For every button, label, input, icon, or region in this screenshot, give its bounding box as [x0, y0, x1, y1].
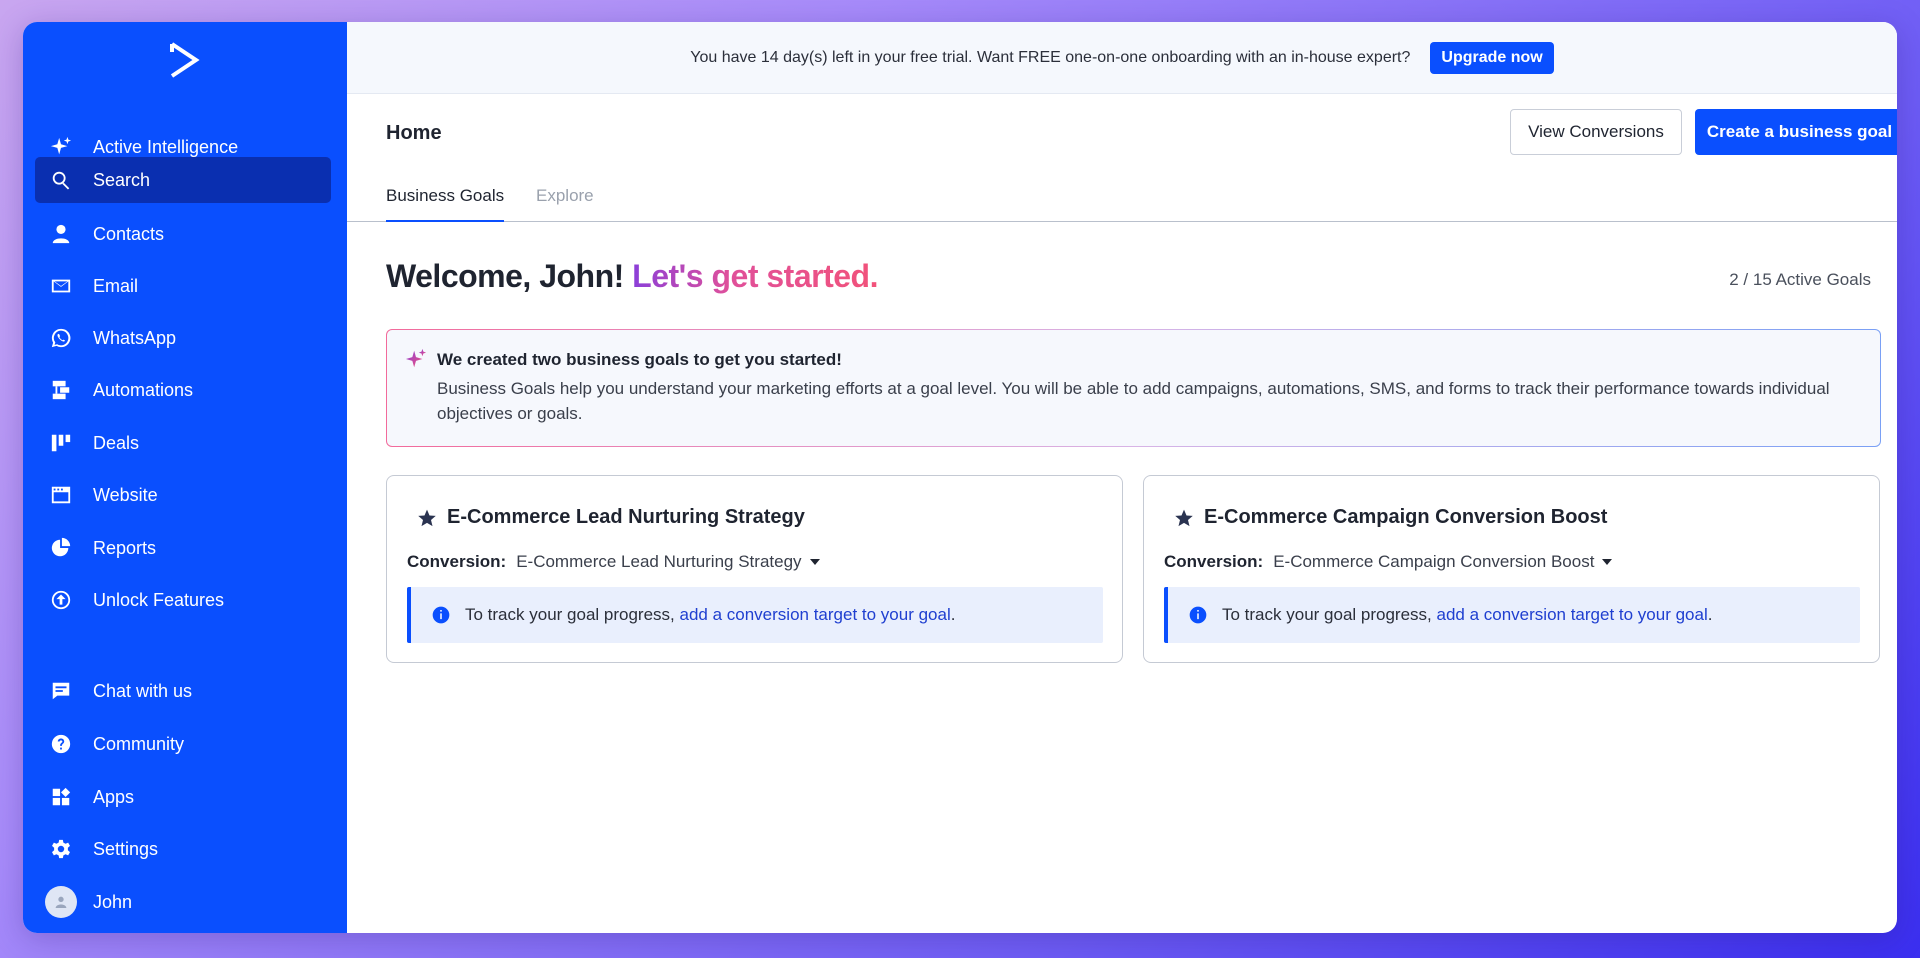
notice-end: .	[1707, 605, 1713, 624]
info-banner-title: We created two business goals to get you…	[437, 350, 842, 369]
trial-message: You have 14 day(s) left in your free tri…	[690, 48, 1411, 66]
logo-icon[interactable]	[168, 38, 202, 82]
avatar	[45, 886, 77, 918]
conversion-row: Conversion: E-Commerce Lead Nurturing St…	[407, 552, 820, 572]
apps-icon	[49, 785, 73, 809]
welcome-heading: Welcome, John! Let's get started.	[386, 258, 878, 295]
welcome-greeting: Welcome, John!	[386, 258, 624, 294]
goal-title[interactable]: E-Commerce Lead Nurturing Strategy	[417, 506, 805, 529]
goal-progress-notice: To track your goal progress, add a conve…	[1164, 587, 1860, 643]
sidebar-item-label: Contacts	[93, 223, 165, 244]
sidebar-item-website[interactable]: Website	[35, 472, 331, 518]
conversion-row: Conversion: E-Commerce Campaign Conversi…	[1164, 552, 1613, 572]
sidebar: Active Intelligence Search Contacts Emai…	[23, 22, 347, 933]
upgrade-button[interactable]: Upgrade now	[1430, 41, 1554, 74]
info-banner-body: Business Goals help you understand your …	[437, 379, 1830, 423]
sidebar-item-label: WhatsApp	[93, 327, 177, 348]
sidebar-item-chat-with-us[interactable]: Chat with us	[35, 668, 331, 714]
automation-icon	[49, 378, 73, 402]
sparkle-icon	[49, 135, 73, 159]
help-icon	[49, 732, 73, 756]
add-conversion-target-link[interactable]: add a conversion target to your goal	[680, 605, 951, 625]
sidebar-item-label: John	[93, 891, 133, 912]
caret-down-icon	[1602, 559, 1613, 565]
sidebar-item-label: Search	[93, 169, 151, 190]
website-icon	[49, 483, 73, 507]
tab-business-goals[interactable]: Business Goals	[386, 186, 505, 222]
view-conversions-button[interactable]: View Conversions	[1510, 109, 1682, 155]
deals-icon	[49, 431, 73, 455]
sidebar-item-apps[interactable]: Apps	[35, 774, 331, 820]
star-icon	[1175, 509, 1193, 526]
notice-end: .	[950, 605, 956, 624]
main-content: You have 14 day(s) left in your free tri…	[347, 22, 1897, 933]
info-banner: We created two business goals to get you…	[386, 329, 1881, 447]
whatsapp-icon	[49, 326, 73, 350]
tab-explore[interactable]: Explore	[536, 186, 594, 220]
sidebar-item-automations[interactable]: Automations	[35, 367, 331, 413]
info-icon	[1189, 606, 1207, 624]
info-banner-content: We created two business goals to get you…	[387, 330, 1880, 446]
sidebar-item-label: Chat with us	[93, 680, 193, 701]
goal-title[interactable]: E-Commerce Campaign Conversion Boost	[1174, 506, 1607, 529]
sidebar-item-label: Deals	[93, 432, 140, 453]
tab-bar: Business Goals Explore	[386, 186, 1897, 229]
active-goals-count: 2 / 15 Active Goals	[1729, 270, 1871, 289]
sidebar-item-reports[interactable]: Reports	[35, 525, 331, 571]
sidebar-item-email[interactable]: Email	[35, 263, 331, 309]
caret-down-icon	[809, 559, 820, 565]
search-icon	[49, 168, 73, 192]
sidebar-item-label: Community	[93, 733, 185, 754]
goal-title-text: E-Commerce Campaign Conversion Boost	[1204, 506, 1608, 528]
sidebar-item-label: Settings	[93, 838, 159, 859]
sidebar-item-label: Website	[93, 484, 158, 505]
goal-title-text: E-Commerce Lead Nurturing Strategy	[447, 506, 805, 528]
envelope-icon	[49, 274, 73, 298]
conversion-label: Conversion:	[1164, 552, 1264, 571]
notice-text: To track your goal progress,	[1222, 605, 1432, 624]
conversion-label: Conversion:	[407, 552, 507, 571]
conversion-value: E-Commerce Campaign Conversion Boost	[1273, 552, 1595, 571]
sidebar-item-label: Active Intelligence	[93, 136, 239, 157]
sidebar-item-contacts[interactable]: Contacts	[35, 211, 331, 257]
sidebar-item-label: Apps	[93, 786, 135, 807]
sidebar-item-whatsapp[interactable]: WhatsApp	[35, 315, 331, 361]
sidebar-item-label: Automations	[93, 379, 194, 400]
sidebar-item-unlock-features[interactable]: Unlock Features	[35, 577, 331, 623]
sparkle-icon	[405, 348, 427, 368]
sidebar-item-deals[interactable]: Deals	[35, 420, 331, 466]
star-icon	[418, 509, 436, 526]
sidebar-item-label: Reports	[93, 537, 157, 558]
sidebar-item-search[interactable]: Search	[35, 157, 331, 203]
arrow-up-circle-icon	[49, 588, 73, 612]
conversion-dropdown[interactable]: E-Commerce Campaign Conversion Boost	[1273, 552, 1613, 572]
welcome-highlight: Let's get started.	[632, 258, 878, 294]
create-business-goal-button[interactable]: Create a business goal	[1695, 109, 1897, 155]
app-window: Active Intelligence Search Contacts Emai…	[23, 22, 1897, 933]
sidebar-item-label: Email	[93, 275, 139, 296]
conversion-dropdown[interactable]: E-Commerce Lead Nurturing Strategy	[516, 552, 820, 572]
sidebar-item-community[interactable]: Community	[35, 721, 331, 767]
trial-banner: You have 14 day(s) left in your free tri…	[347, 22, 1897, 94]
sidebar-item-settings[interactable]: Settings	[35, 826, 331, 872]
notice-text: To track your goal progress,	[465, 605, 675, 624]
info-icon	[432, 606, 450, 624]
goal-progress-notice: To track your goal progress, add a conve…	[407, 587, 1103, 643]
chat-icon	[49, 679, 73, 703]
sidebar-item-profile[interactable]: John	[35, 879, 331, 925]
person-icon	[49, 222, 73, 246]
sidebar-item-label: Unlock Features	[93, 589, 225, 610]
conversion-value: E-Commerce Lead Nurturing Strategy	[516, 552, 802, 571]
gear-icon	[49, 837, 73, 861]
goal-card[interactable]: E-Commerce Lead Nurturing Strategy Conve…	[386, 475, 1123, 663]
goal-card[interactable]: E-Commerce Campaign Conversion Boost Con…	[1143, 475, 1880, 663]
page-title: Home	[386, 122, 442, 144]
add-conversion-target-link[interactable]: add a conversion target to your goal	[1437, 605, 1708, 625]
pie-chart-icon	[49, 536, 73, 560]
